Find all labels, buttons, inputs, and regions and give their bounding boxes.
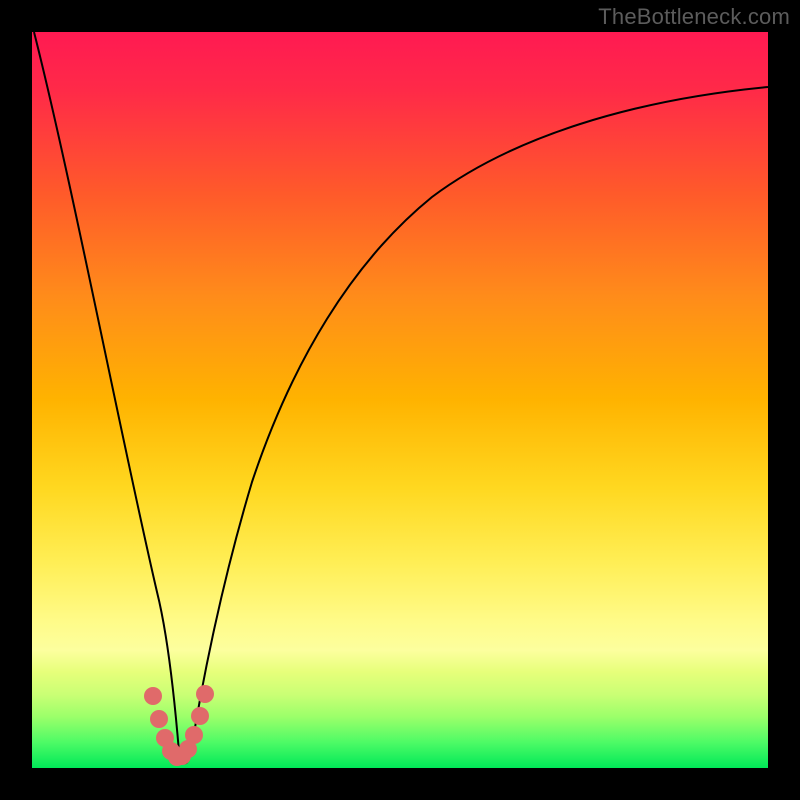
trough-marker bbox=[150, 710, 168, 728]
plot-area bbox=[32, 32, 768, 768]
trough-marker bbox=[196, 685, 214, 703]
bottleneck-curve-svg bbox=[32, 32, 768, 768]
watermark-text: TheBottleneck.com bbox=[598, 4, 790, 30]
bottleneck-curve bbox=[34, 32, 768, 763]
trough-marker bbox=[185, 726, 203, 744]
trough-marker bbox=[144, 687, 162, 705]
trough-marker-group bbox=[144, 685, 214, 766]
trough-marker bbox=[191, 707, 209, 725]
chart-frame: TheBottleneck.com bbox=[0, 0, 800, 800]
